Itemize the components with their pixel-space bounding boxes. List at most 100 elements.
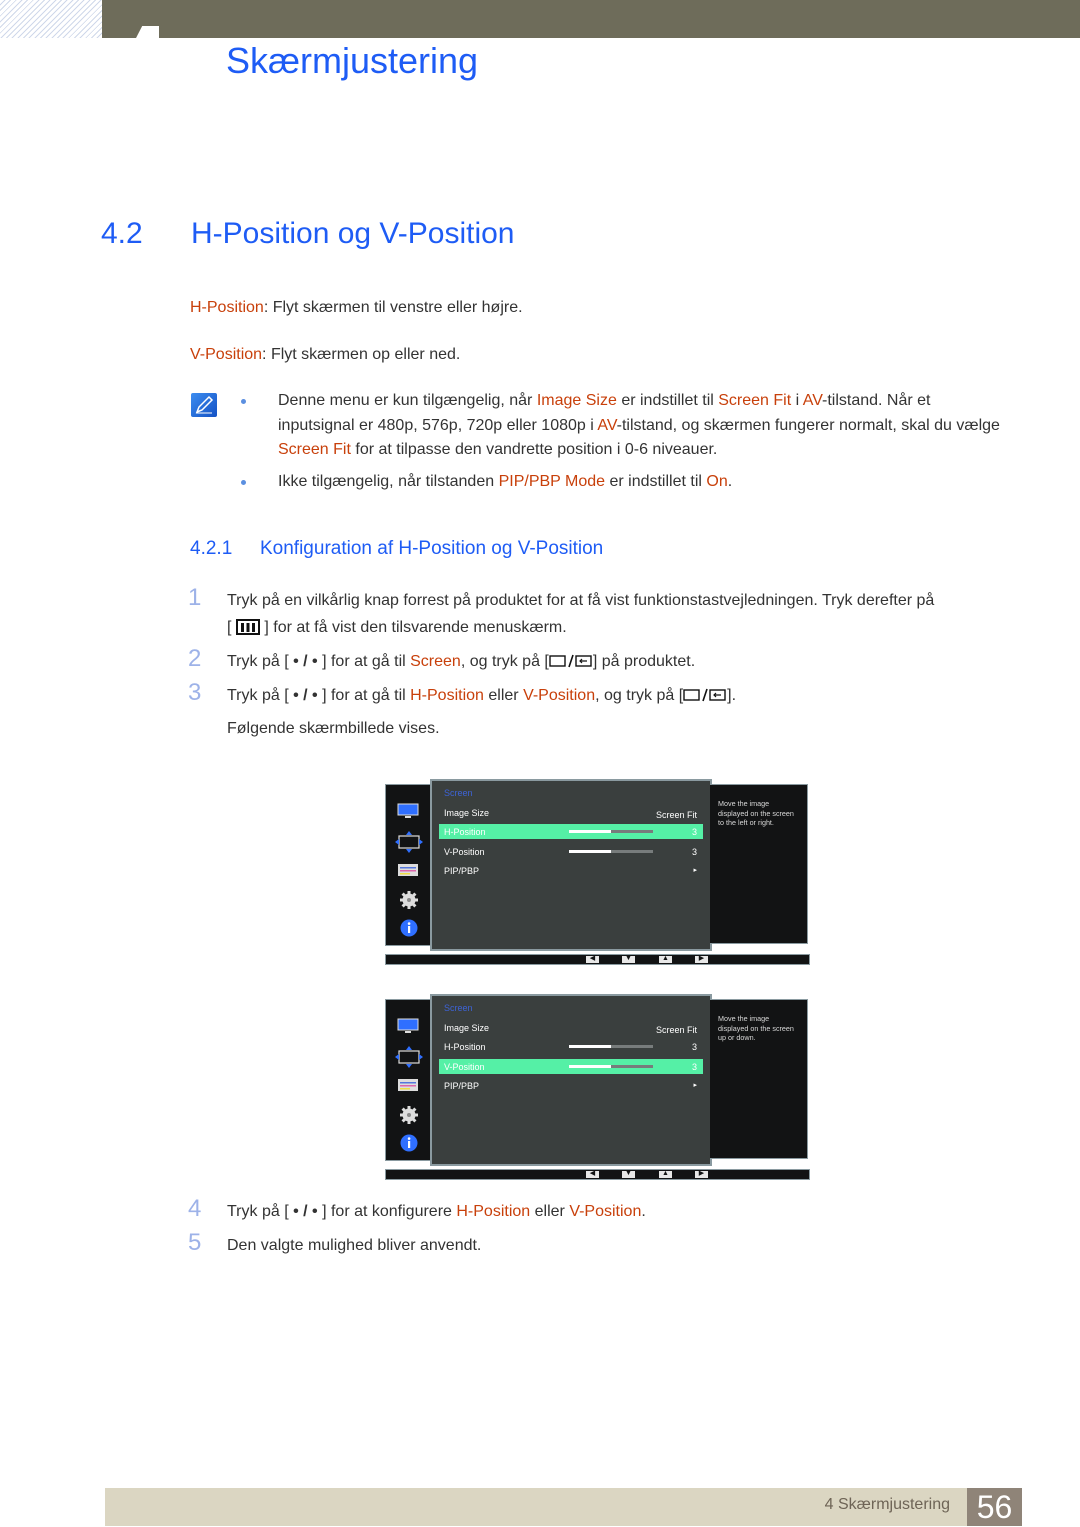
step-text: ] på produktet. — [592, 653, 696, 670]
section-number: 4.2 — [101, 217, 143, 250]
up-down-keys: • / • — [293, 1203, 318, 1220]
page-number: 56 — [967, 1488, 1022, 1526]
screen-position-icon — [394, 1045, 424, 1074]
osd-slider[interactable] — [569, 1065, 653, 1068]
highlight-term: On — [706, 472, 728, 490]
header-bar — [102, 0, 1080, 38]
osd-nav-bar: ◀ ▼ ▲ ▶ — [385, 1169, 810, 1180]
osd-slider-fill — [569, 850, 611, 853]
osd-menu-item[interactable]: H-Position 3 — [439, 1039, 703, 1054]
osd-menu-screenshot: Screen Image Size Screen Fit H-Position 3 V-P… — [385, 994, 810, 1194]
osd-menu-item[interactable]: V-Position 3 — [439, 844, 703, 859]
note-text: i — [791, 392, 803, 409]
pip-pbp-icon — [397, 863, 419, 882]
note-text: -tilstand, og skærmen fungerer normalt, … — [616, 416, 1000, 434]
osd-item-value: Screen Fit — [655, 1025, 697, 1035]
osd-menu-item[interactable]: H-Position 3 — [439, 824, 703, 839]
highlight-term: Image Size — [536, 392, 617, 409]
step-text: ]. — [727, 687, 737, 704]
term: H-Position — [190, 299, 264, 316]
left-arrow-button[interactable]: ◀ — [586, 955, 599, 963]
menu-button-icon — [235, 619, 260, 635]
osd-menu-item[interactable]: Image Size Screen Fit — [439, 1020, 703, 1035]
bullet-icon — [241, 399, 246, 404]
note-item: Denne menu er kun tilgængelig, når Image… — [240, 389, 1000, 463]
osd-menu-item[interactable]: V-Position 3 — [439, 1059, 703, 1074]
step-number: 5 — [188, 1229, 202, 1256]
osd-menu-item[interactable]: PIP/PBP ▸ — [439, 1078, 703, 1093]
left-arrow-button[interactable]: ◀ — [586, 1170, 599, 1178]
term: V-Position — [190, 346, 263, 363]
section-title: H-Position og V-Position — [191, 217, 515, 250]
highlight-term: AV — [597, 416, 617, 434]
up-arrow-button[interactable]: ▲ — [659, 1170, 672, 1178]
right-arrow-button[interactable]: ▶ — [695, 1170, 708, 1178]
step-number: 3 — [188, 679, 202, 706]
note-text: er indstillet til — [605, 472, 707, 490]
up-down-keys: • / • — [293, 687, 318, 704]
step-text: eller — [483, 687, 524, 704]
highlight-term: Screen Fit — [718, 392, 792, 409]
up-arrow-button[interactable]: ▲ — [659, 955, 672, 963]
highlight-term: V-Position — [569, 1203, 642, 1220]
osd-item-label: H-Position — [444, 827, 486, 837]
osd-menu-title: Screen — [444, 1003, 473, 1013]
step-text: Den valgte mulighed bliver anvendt. — [227, 1237, 482, 1254]
osd-item-label: H-Position — [444, 1042, 486, 1052]
information-icon — [400, 1134, 418, 1157]
osd-slider[interactable] — [569, 850, 653, 853]
down-arrow-button[interactable]: ▼ — [622, 955, 635, 963]
header-hatch-decoration — [0, 0, 102, 38]
osd-help-text: Move the image displayed on the screen t… — [710, 784, 808, 944]
bullet-icon — [241, 479, 246, 485]
step-text: , og tryk på [ — [595, 687, 684, 704]
definition-v-position: V-Position: Flyt skærmen op eller ned. — [190, 343, 460, 367]
osd-slider-fill — [569, 830, 611, 833]
pip-pbp-icon — [397, 1078, 419, 1097]
step-text: . — [641, 1203, 646, 1220]
osd-menu-item[interactable]: Image Size Screen Fit — [439, 805, 703, 820]
osd-item-value: 3 — [691, 847, 697, 857]
chapter-title: Skærmjustering — [226, 40, 479, 81]
step-text: Tryk på [ — [227, 687, 294, 704]
step-number: 4 — [188, 1195, 202, 1222]
right-arrow-button[interactable]: ▶ — [695, 955, 708, 963]
osd-item-label: PIP/PBP — [444, 1081, 480, 1091]
source-enter-icon — [683, 688, 726, 702]
step-text: Tryk på [ — [227, 653, 294, 670]
osd-item-value: 3 — [691, 1062, 697, 1072]
osd-menu-item[interactable]: PIP/PBP ▸ — [439, 863, 703, 878]
osd-slider[interactable] — [569, 830, 653, 833]
osd-slider[interactable] — [569, 1045, 653, 1048]
note-text: er indstillet til — [616, 392, 719, 409]
osd-item-label: V-Position — [444, 847, 485, 857]
osd-item-value: 3 — [691, 1042, 697, 1052]
down-arrow-button[interactable]: ▼ — [622, 1170, 635, 1178]
osd-item-value: Screen Fit — [655, 810, 697, 820]
source-enter-icon — [549, 654, 592, 668]
note-text: Ikke tilgængelig, når tilstanden — [278, 472, 499, 490]
definition-text: : Flyt skærmen op eller ned. — [262, 346, 461, 363]
highlight-term: H-Position — [456, 1203, 531, 1220]
osd-main-panel: Screen Image Size Screen Fit H-Position 3 V-P… — [430, 779, 712, 951]
osd-menu-title: Screen — [444, 788, 473, 798]
note-text: . — [727, 472, 733, 490]
osd-menu-screenshot: Screen Image Size Screen Fit H-Position 3 V-P… — [385, 779, 810, 979]
down-arrow-icon: ▼ — [625, 955, 632, 962]
note-text: for at tilpasse den vandrette position i… — [350, 441, 718, 458]
osd-item-label: PIP/PBP — [444, 866, 480, 876]
left-arrow-icon: ◀ — [589, 1170, 596, 1177]
step-number: 2 — [188, 645, 202, 672]
down-arrow-icon: ▼ — [625, 1170, 632, 1177]
subsection-heading: 4.2.1 Konfiguration af H-Position og V-Po… — [190, 538, 603, 560]
osd-item-value: ▸ — [693, 867, 697, 874]
up-arrow-icon: ▲ — [662, 1170, 669, 1177]
highlight-term: Screen Fit — [278, 441, 351, 458]
step-number: 1 — [188, 584, 202, 611]
note-text: Denne menu er kun tilgængelig, når — [278, 392, 537, 409]
note-pencil-icon — [191, 393, 217, 417]
osd-slider-fill — [569, 1065, 611, 1068]
osd-item-value: ▸ — [693, 1082, 697, 1089]
information-icon — [400, 919, 418, 942]
step-text: Følgende skærmbillede vises. — [227, 720, 440, 737]
